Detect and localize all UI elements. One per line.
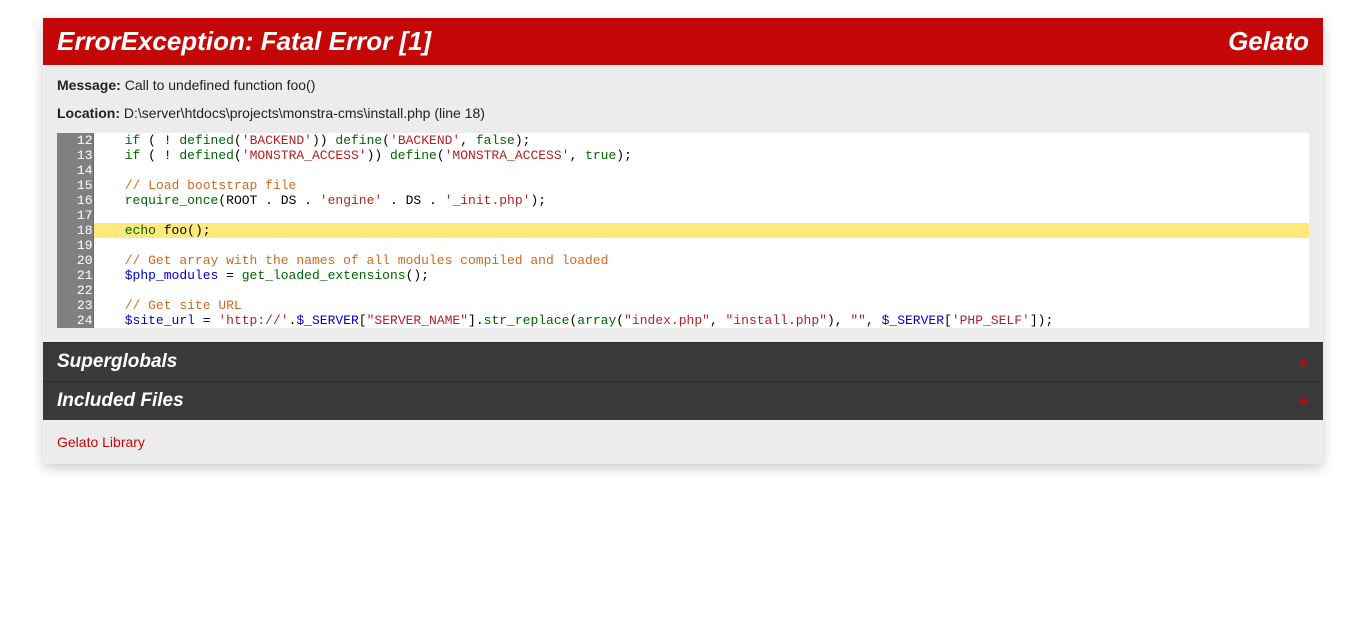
code-line: 13 if ( ! defined('MONSTRA_ACCESS')) def… — [57, 148, 1309, 163]
line-number: 21 — [57, 268, 93, 283]
line-number: 12 — [57, 133, 93, 148]
error-title-text: ErrorException: Fatal Error — [57, 26, 399, 56]
error-title: ErrorException: Fatal Error [1] — [57, 26, 431, 57]
code-line: 22 — [57, 283, 1309, 298]
location-text: D:\server\htdocs\projects\monstra-cms\in… — [120, 105, 485, 121]
error-code: [1] — [399, 26, 431, 56]
code-line: 23 // Get site URL — [57, 298, 1309, 313]
line-number: 24 — [57, 313, 93, 328]
line-content: if ( ! defined('BACKEND')) define('BACKE… — [93, 133, 1309, 148]
section-included-files[interactable]: Included Files + — [43, 381, 1323, 420]
line-number: 13 — [57, 148, 93, 163]
message-row: Message: Call to undefined function foo(… — [43, 65, 1323, 93]
collapsible-sections: Superglobals + Included Files + — [43, 342, 1323, 420]
code-line: 21 $php_modules = get_loaded_extensions(… — [57, 268, 1309, 283]
code-line: 12 if ( ! defined('BACKEND')) define('BA… — [57, 133, 1309, 148]
code-line: 18 echo foo(); — [57, 223, 1309, 238]
expand-icon: + — [1298, 352, 1309, 373]
expand-icon: + — [1298, 391, 1309, 412]
line-number: 16 — [57, 193, 93, 208]
line-number: 19 — [57, 238, 93, 253]
code-line: 16 require_once(ROOT . DS . 'engine' . D… — [57, 193, 1309, 208]
code-line: 15 // Load bootstrap file — [57, 178, 1309, 193]
message-text: Call to undefined function foo() — [121, 77, 316, 93]
line-number: 22 — [57, 283, 93, 298]
footer: Gelato Library — [43, 420, 1323, 464]
line-content: require_once(ROOT . DS . 'engine' . DS .… — [93, 193, 1309, 208]
line-content: // Get site URL — [93, 298, 1309, 313]
code-line: 20 // Get array with the names of all mo… — [57, 253, 1309, 268]
line-content: if ( ! defined('MONSTRA_ACCESS')) define… — [93, 148, 1309, 163]
code-line: 24 $site_url = 'http://'.$_SERVER["SERVE… — [57, 313, 1309, 328]
line-number: 14 — [57, 163, 93, 178]
line-content — [93, 283, 1309, 298]
location-row: Location: D:\server\htdocs\projects\mons… — [43, 93, 1323, 121]
line-content: // Get array with the names of all modul… — [93, 253, 1309, 268]
line-number: 17 — [57, 208, 93, 223]
code-table: 12 if ( ! defined('BACKEND')) define('BA… — [57, 133, 1309, 328]
line-content: $php_modules = get_loaded_extensions(); — [93, 268, 1309, 283]
code-line: 17 — [57, 208, 1309, 223]
line-content — [93, 163, 1309, 178]
code-line: 19 — [57, 238, 1309, 253]
brand-name: Gelato — [1228, 26, 1309, 57]
code-block: 12 if ( ! defined('BACKEND')) define('BA… — [43, 121, 1323, 342]
message-label: Message: — [57, 77, 121, 93]
section-title: Included Files — [57, 390, 184, 412]
line-content — [93, 238, 1309, 253]
section-title: Superglobals — [57, 351, 177, 373]
location-label: Location: — [57, 105, 120, 121]
line-number: 15 — [57, 178, 93, 193]
header-bar: ErrorException: Fatal Error [1] Gelato — [43, 18, 1323, 65]
code-line: 14 — [57, 163, 1309, 178]
section-superglobals[interactable]: Superglobals + — [43, 342, 1323, 381]
line-content: $site_url = 'http://'.$_SERVER["SERVER_N… — [93, 313, 1309, 328]
error-page: ErrorException: Fatal Error [1] Gelato M… — [43, 18, 1323, 464]
footer-link[interactable]: Gelato Library — [57, 434, 145, 450]
line-content: // Load bootstrap file — [93, 178, 1309, 193]
line-number: 18 — [57, 223, 93, 238]
line-content: echo foo(); — [93, 223, 1309, 238]
line-content — [93, 208, 1309, 223]
line-number: 23 — [57, 298, 93, 313]
line-number: 20 — [57, 253, 93, 268]
